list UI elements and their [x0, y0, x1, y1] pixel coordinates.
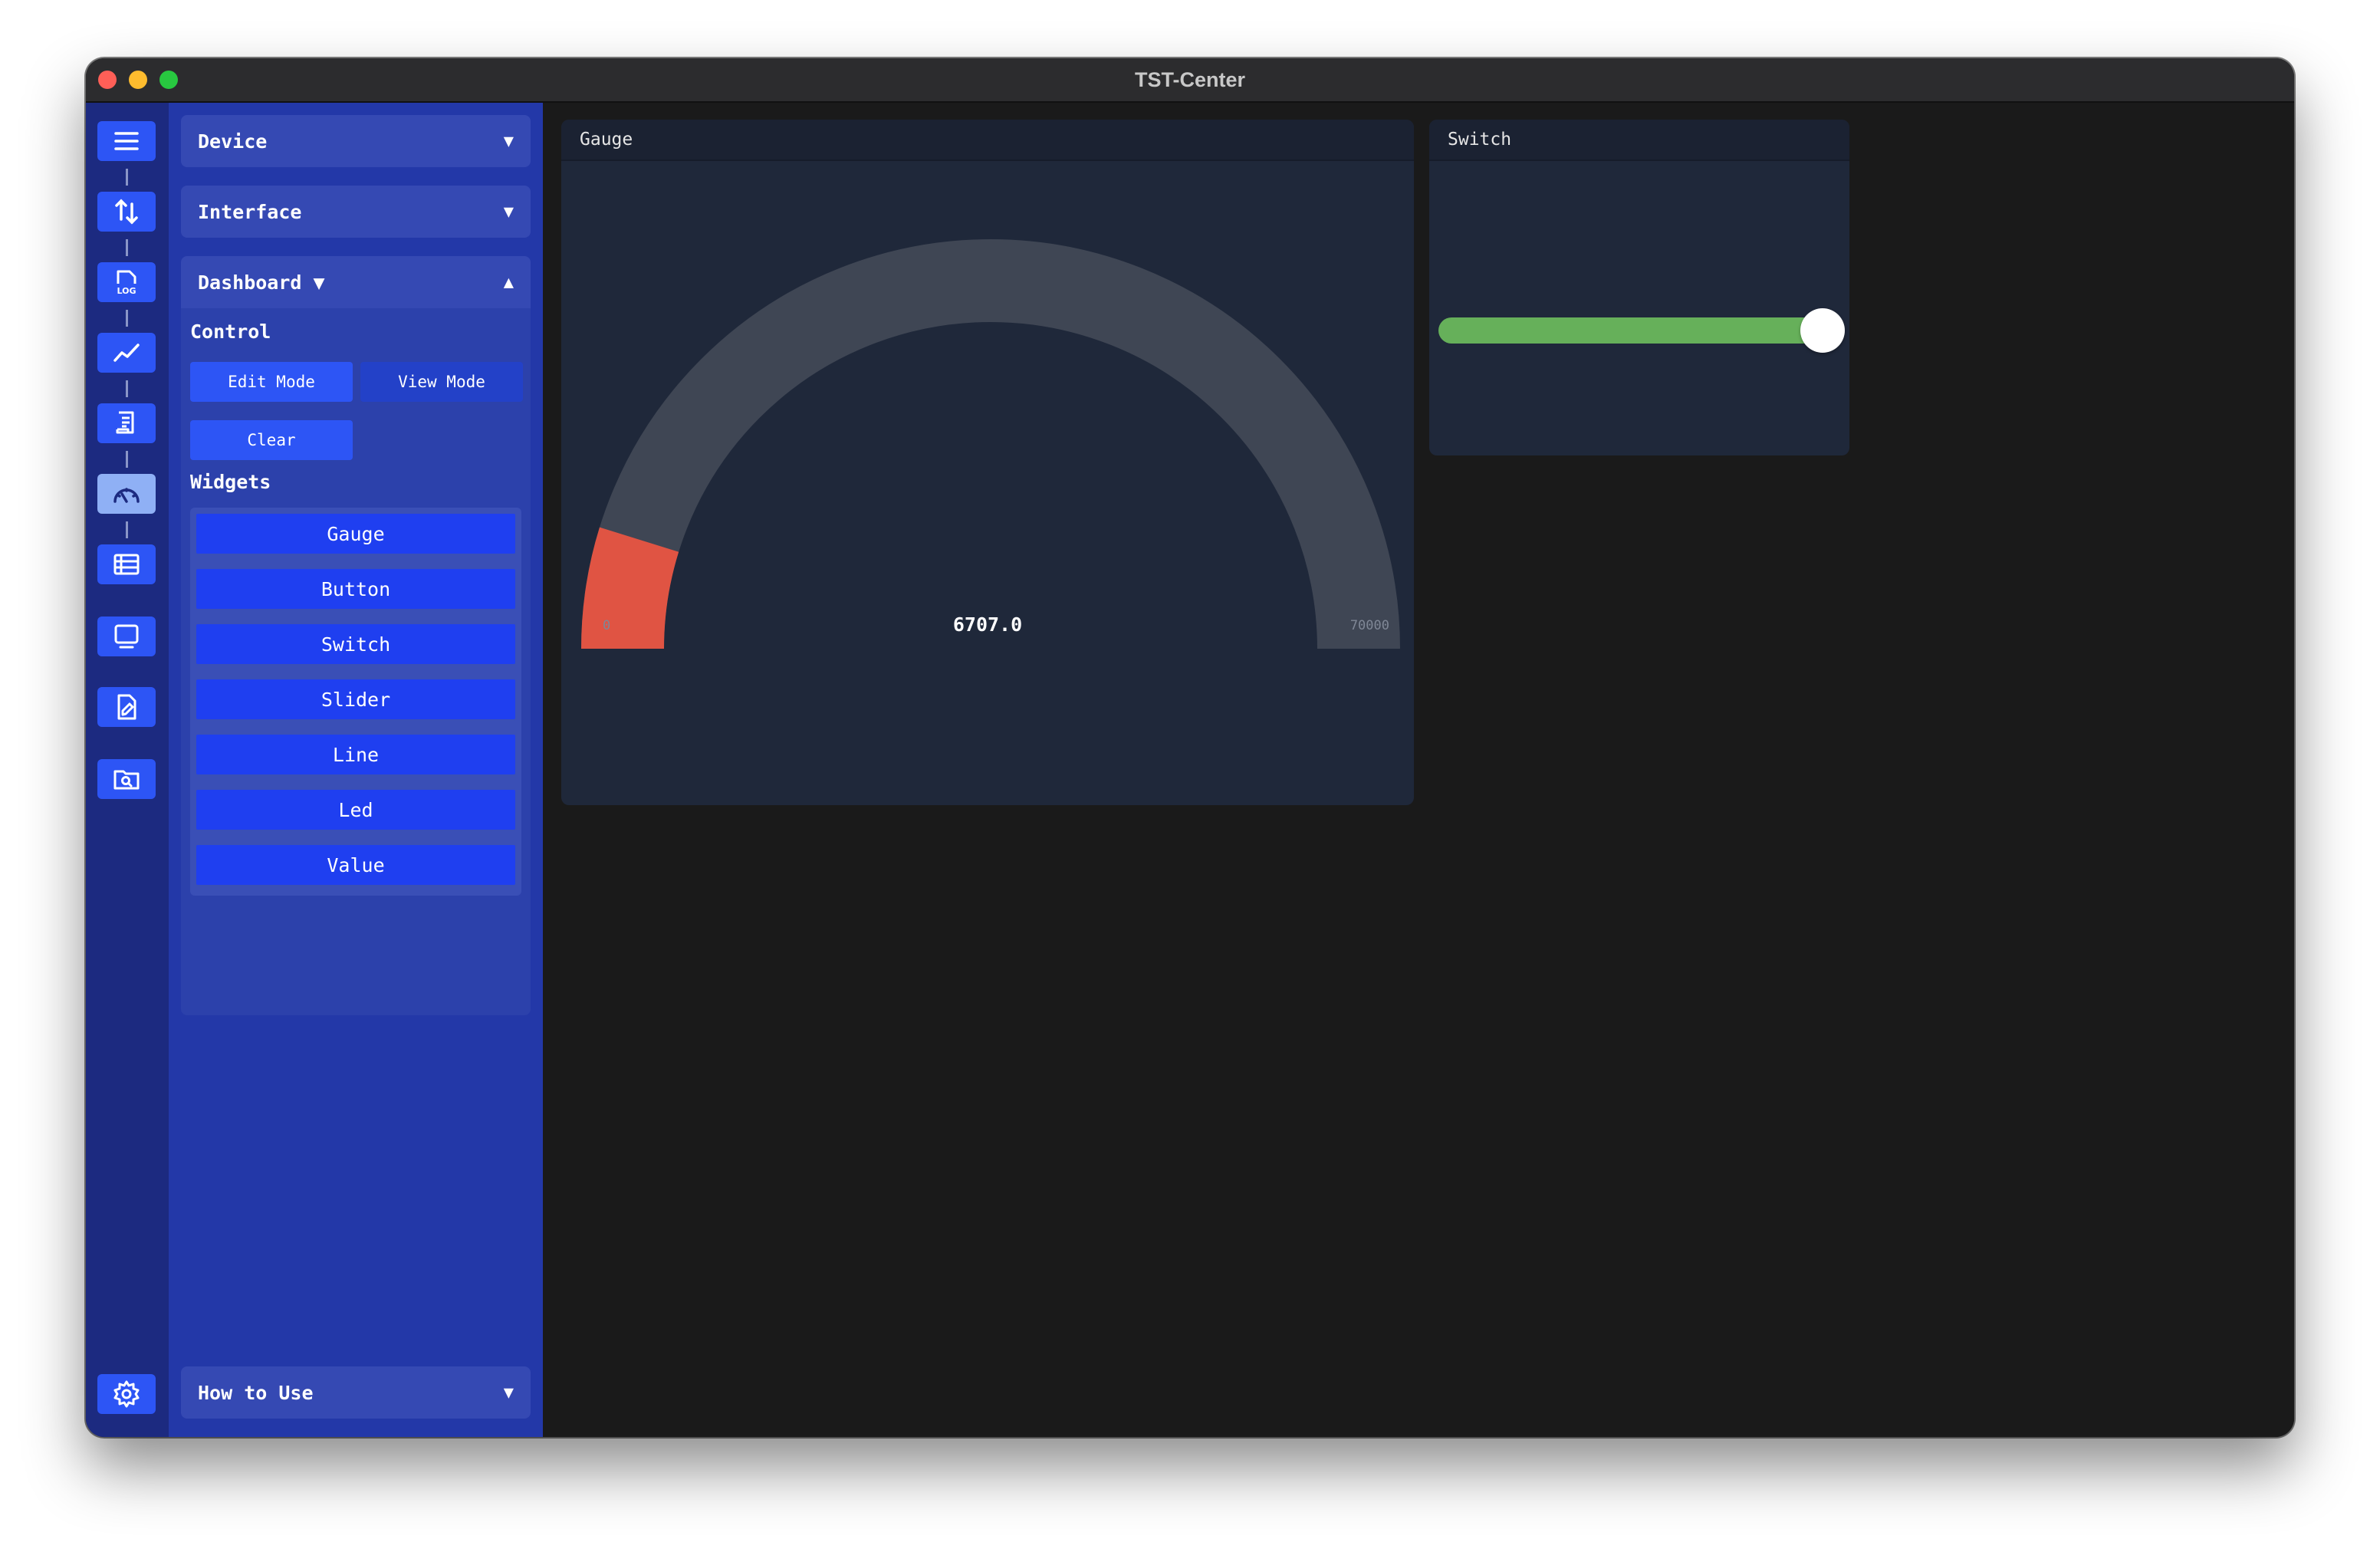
rail-file-edit-button[interactable]	[97, 687, 156, 727]
dashboard-accordion[interactable]: Dashboard ▼ ▲	[181, 256, 531, 308]
how-to-use-accordion[interactable]: How to Use ▼	[181, 1366, 531, 1419]
file-edit-icon	[117, 694, 136, 720]
widget-switch-button[interactable]: Switch	[196, 624, 515, 664]
control-heading: Control	[190, 321, 271, 343]
switch-widget-title: Switch	[1429, 120, 1849, 161]
interface-accordion[interactable]: Interface ▼	[181, 186, 531, 238]
gauge-max-label: 70000	[1349, 618, 1389, 633]
log-file-icon: LOG	[117, 270, 136, 296]
dashboard-accordion-label: Dashboard ▼	[198, 271, 325, 294]
interface-accordion-label: Interface	[198, 200, 302, 223]
title-bar: TST-Center	[86, 58, 2294, 103]
how-to-use-accordion-label: How to Use	[198, 1381, 314, 1404]
rail-monitor-button[interactable]	[97, 617, 156, 656]
widget-button-button[interactable]: Button	[196, 569, 515, 609]
widgets-heading: Widgets	[190, 471, 271, 493]
rail-table-button[interactable]	[97, 544, 156, 584]
icon-rail: LOG	[86, 103, 169, 1437]
gauge-dial	[581, 239, 1400, 649]
device-accordion-label: Device	[198, 130, 268, 153]
menu-icon	[114, 132, 139, 150]
rail-divider	[126, 521, 128, 538]
rail-folder-search-button[interactable]	[97, 759, 156, 799]
settings-button[interactable]	[97, 1374, 156, 1414]
rail-log-button[interactable]: LOG	[97, 262, 156, 302]
rail-script-button[interactable]	[97, 403, 156, 443]
transfer-arrows-icon	[115, 199, 138, 225]
chevron-down-icon: ▼	[503, 1383, 514, 1402]
side-panel: Device ▼ Interface ▼ Dashboard ▼ ▲ Contr…	[169, 103, 543, 1437]
window-title: TST-Center	[1134, 68, 1246, 91]
gauge-widget-title: Gauge	[561, 120, 1414, 161]
monitor-icon	[114, 624, 139, 649]
widget-led-button[interactable]: Led	[196, 790, 515, 830]
rail-menu-button[interactable]	[97, 121, 156, 161]
gauge-value-label: 6707.0	[952, 613, 1023, 636]
folder-search-icon	[113, 770, 140, 790]
switch-widget[interactable]: Switch	[1429, 120, 1849, 455]
gauge-track	[581, 239, 1400, 649]
widget-gauge-button[interactable]: Gauge	[196, 514, 515, 554]
chevron-down-icon: ▼	[503, 202, 514, 222]
chevron-up-icon: ▲	[503, 272, 514, 292]
rail-transfer-button[interactable]	[97, 192, 156, 232]
edit-mode-button[interactable]: Edit Mode	[190, 362, 353, 402]
switch-knob[interactable]	[1800, 308, 1845, 353]
rail-divider	[126, 169, 128, 186]
rail-divider	[126, 239, 128, 256]
svg-text:LOG: LOG	[117, 286, 136, 296]
dashboard-gauge-icon	[113, 488, 140, 503]
rail-dashboard-button[interactable]	[97, 474, 156, 514]
rail-divider	[126, 380, 128, 397]
dashboard-canvas: Gauge 0 6707.0 70000 Switch	[543, 103, 2294, 1437]
switch-track[interactable]	[1438, 317, 1837, 344]
clear-button[interactable]: Clear	[190, 420, 353, 460]
script-icon	[116, 411, 134, 434]
rail-divider	[126, 451, 128, 468]
widget-slider-button[interactable]: Slider	[196, 679, 515, 719]
view-mode-button[interactable]: View Mode	[360, 362, 523, 402]
app-window: TST-Center LOG Device ▼ Interface ▼ Dash…	[86, 58, 2294, 1437]
chevron-down-icon: ▼	[503, 131, 514, 151]
dashboard-section: Control Edit Mode View Mode Clear Widget…	[181, 308, 531, 1015]
table-icon	[113, 554, 140, 575]
gear-icon	[113, 1380, 140, 1408]
rail-divider	[126, 310, 128, 327]
gauge-widget[interactable]: Gauge 0 6707.0 70000	[561, 120, 1414, 805]
line-chart-icon	[113, 344, 140, 362]
widgets-list: Gauge Button Switch Slider Line Led Valu…	[190, 508, 521, 896]
widget-value-button[interactable]: Value	[196, 845, 515, 885]
device-accordion[interactable]: Device ▼	[181, 115, 531, 167]
widget-line-button[interactable]: Line	[196, 735, 515, 774]
rail-chart-button[interactable]	[97, 333, 156, 373]
